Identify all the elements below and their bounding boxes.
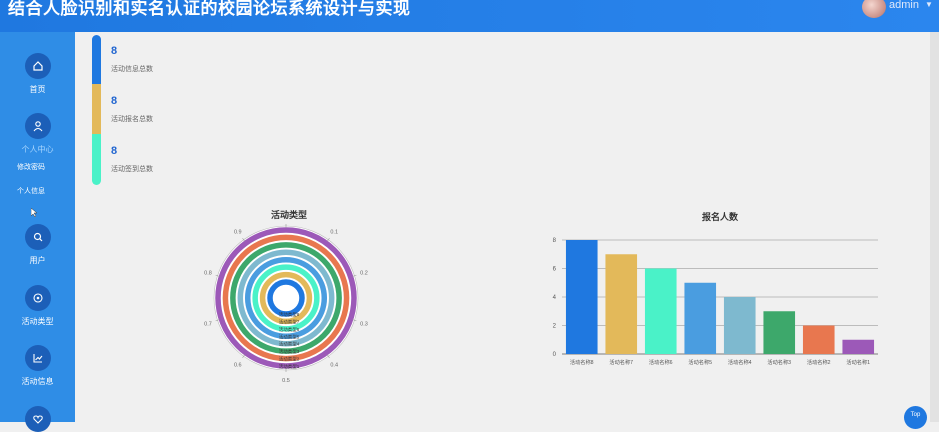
scrollbar[interactable] — [930, 32, 939, 422]
plus-circle-icon — [24, 285, 51, 311]
x-tick-label: 活动名称3 — [767, 358, 791, 366]
bar — [763, 311, 796, 354]
back-to-top-button[interactable]: Top — [904, 406, 927, 429]
polar-category-label: 活动类型4 — [279, 341, 300, 348]
sidebar-item-activity-types[interactable]: 活动类型 — [0, 285, 75, 327]
bar — [684, 282, 717, 354]
x-tick-label: 活动名称6 — [649, 358, 673, 366]
polar-category-label: 活动类型8 — [279, 311, 300, 318]
polar-category-label: 活动类型5 — [279, 333, 300, 340]
sidebar-item-label: 个人中心 — [21, 145, 54, 154]
x-tick-label: 活动名称7 — [609, 358, 633, 366]
polar-category-label: 活动类型3 — [279, 348, 300, 355]
stat-label: 活动报名总数 — [111, 116, 153, 123]
chevron-down-icon[interactable]: ▼ — [925, 0, 933, 9]
sidebar-item-label: 首页 — [29, 85, 46, 94]
polar-bar-chart: 00.10.20.30.40.50.60.70.80.9活动类型1活动类型2活动… — [204, 214, 368, 384]
user-avatar[interactable] — [862, 0, 886, 18]
stat-color-bar — [92, 35, 101, 84]
stat-value: 8 — [111, 95, 118, 107]
stat-color-bar — [92, 134, 101, 185]
stat-value: 8 — [111, 145, 118, 157]
y-tick-label: 8 — [553, 238, 557, 244]
user-name[interactable]: admin — [889, 0, 919, 11]
sidebar-subitem-change-password[interactable]: 修改密码 — [0, 162, 62, 172]
chart-icon — [24, 345, 51, 371]
stat-value: 8 — [111, 45, 118, 57]
stat-color-bar — [92, 84, 101, 134]
polar-axis-label: 0.8 — [204, 271, 212, 277]
y-tick-label: 6 — [553, 267, 557, 273]
polar-axis-label: 0.7 — [204, 321, 212, 327]
polar-axis-label: 0.9 — [234, 230, 242, 236]
sidebar-subitem-personal-info[interactable]: 个人信息 — [0, 186, 62, 196]
chart-title: 报名人数 — [702, 212, 739, 222]
app-title: 结合人脸识别和实名认证的校园论坛系统设计与实现 — [8, 0, 411, 18]
polar-category-label: 活动类型2 — [279, 356, 300, 363]
x-tick-label: 活动名称8 — [570, 358, 594, 366]
header-bar: 结合人脸识别和实名认证的校园论坛系统设计与实现 admin ▼ — [0, 0, 939, 32]
sidebar-item-label: 活动类型 — [21, 317, 54, 326]
mouse-cursor-icon — [30, 204, 38, 222]
home-icon — [24, 53, 51, 79]
sidebar-item-label: 用户 — [29, 256, 46, 265]
sidebar-item-label: 活动信息 — [21, 377, 54, 386]
bar — [842, 339, 875, 354]
polar-axis-label: 0.1 — [330, 230, 338, 236]
bar — [605, 254, 638, 354]
person-icon — [24, 113, 51, 139]
y-tick-label: 4 — [553, 295, 557, 301]
polar-axis-label: 0.2 — [360, 271, 368, 277]
y-tick-label: 2 — [553, 324, 557, 330]
stat-label: 活动签到总数 — [111, 166, 153, 173]
polar-axis-label: 0.5 — [282, 378, 290, 384]
search-icon — [24, 224, 51, 250]
sidebar-item-users[interactable]: 用户 — [0, 224, 75, 266]
sidebar: 首页 个人中心 修改密码 个人信息 用户 活动类型 活动信息 — [0, 32, 75, 432]
bar — [565, 240, 598, 354]
polar-axis-label: 0.6 — [234, 362, 242, 368]
x-tick-label: 活动名称5 — [688, 358, 712, 366]
polar-axis-label: 0 — [284, 214, 287, 220]
x-tick-label: 活动名称1 — [846, 358, 870, 366]
bar-chart: 0 2 4 6 8 活动名称8 活动名称7 活动名称6 活动名称5 活动名称4 活动名称3 活动名称2… — [553, 238, 878, 366]
polar-category-label: 活动类型7 — [279, 318, 300, 325]
x-tick-label: 活动名称4 — [728, 358, 752, 366]
polar-axis-label: 0.4 — [330, 362, 338, 368]
stat-label: 活动信息总数 — [111, 66, 153, 73]
sidebar-item-personal-center[interactable]: 个人中心 — [0, 113, 75, 155]
polar-category-label: 活动类型6 — [279, 326, 300, 333]
bar — [723, 297, 756, 354]
x-tick-label: 活动名称2 — [807, 358, 831, 366]
heart-icon — [24, 406, 51, 432]
polar-category-label: 活动类型1 — [279, 363, 300, 370]
sidebar-item-home[interactable]: 首页 — [0, 53, 75, 95]
polar-axis-label: 0.3 — [360, 321, 368, 327]
y-tick-label: 0 — [553, 352, 557, 358]
sidebar-item-activity-info[interactable]: 活动信息 — [0, 345, 75, 387]
bar — [802, 325, 835, 354]
bar — [644, 268, 677, 354]
sidebar-item-more[interactable] — [0, 406, 75, 432]
